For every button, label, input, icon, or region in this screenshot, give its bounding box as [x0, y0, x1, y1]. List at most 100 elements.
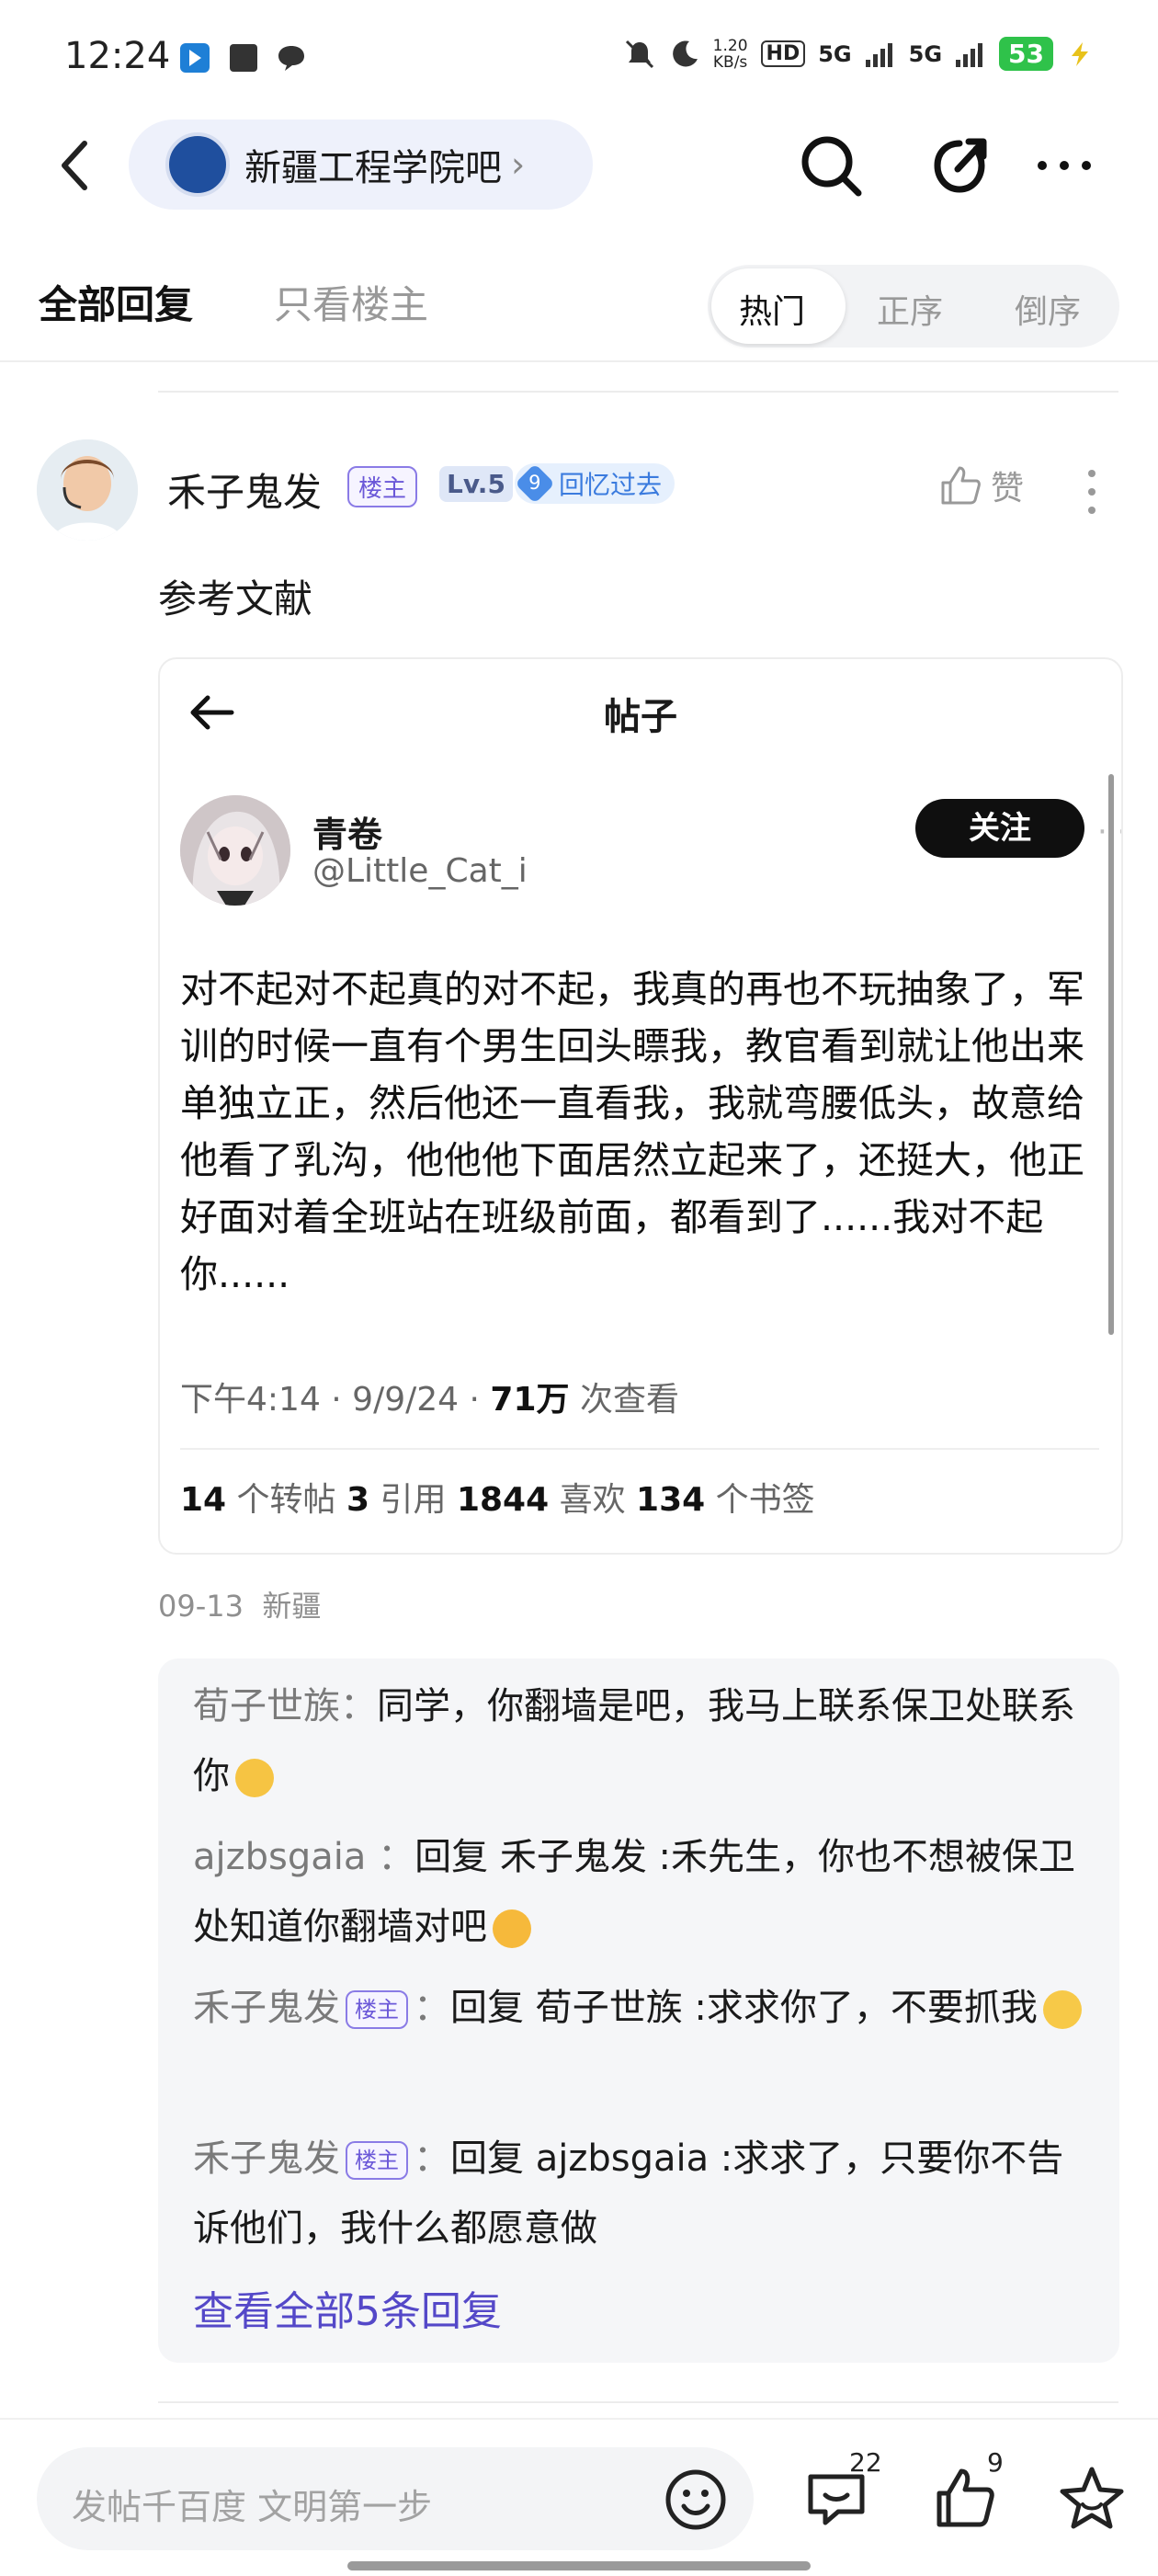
- status-right: 1.20 KB/s HD 5G 5G 53: [623, 37, 1094, 71]
- forum-logo: [165, 132, 230, 197]
- card-stats: 14 个转帖 3 引用 1844 喜欢 134 个书签: [180, 1473, 815, 1521]
- username[interactable]: 禾子鬼发: [167, 462, 322, 518]
- card-bookmarks-label: 个书签: [705, 1481, 815, 1519]
- memory-count: 9: [528, 472, 541, 495]
- tab-all-replies[interactable]: 全部回复: [39, 274, 193, 330]
- avatar[interactable]: [37, 439, 138, 541]
- card-body-text: 对不起对不起真的对不起，我真的再也不玩抽象了，军训的时候一直有个男生回头瞟我，教…: [180, 967, 1084, 1296]
- charging-bolt-icon: [1072, 41, 1088, 66]
- do-not-disturb-moon-icon: [672, 40, 698, 66]
- card-meta-views-label: 次查看: [569, 1381, 679, 1419]
- app-notification-icon: [180, 43, 210, 73]
- sort-descending[interactable]: 倒序: [1015, 285, 1081, 333]
- reply-author[interactable]: 禾子鬼发: [193, 1987, 340, 2029]
- card-meta-time: 下午4:14 · 9/9/24 ·: [180, 1381, 491, 1419]
- chevron-right-icon: ›: [511, 144, 526, 185]
- net-speed-value: 1.20: [712, 36, 748, 55]
- reply-separator: ：: [414, 1987, 450, 2029]
- post-location: 新疆: [262, 1589, 322, 1624]
- reply-input-placeholder: 发帖千百度 文明第一步: [72, 2487, 433, 2527]
- embedded-screenshot[interactable]: 帖子 青卷 @Little_Cat_i 关注 ··· 对不起对不起真的对不起，我…: [158, 657, 1123, 1555]
- reply-author[interactable]: ajzbsgaia: [193, 1836, 366, 1878]
- sort-hot[interactable]: 热门: [739, 285, 805, 333]
- signal-bars-icon: [865, 42, 892, 67]
- card-scrollbar: [1108, 774, 1114, 1335]
- card-quotes: 3: [346, 1481, 370, 1519]
- reply-separator: ：: [340, 1685, 377, 1727]
- reply-item[interactable]: 禾子鬼发 楼主 ：回复 ajzbsgaia :求求了，只要你不告诉他们，我什么都愿意…: [193, 2124, 1094, 2263]
- view-all-replies-link[interactable]: 查看全部5条回复: [193, 2278, 502, 2337]
- mute-bell-icon: [625, 40, 653, 68]
- card-meta-views: 71万: [490, 1381, 570, 1419]
- battery-level: 53: [999, 37, 1053, 71]
- post-more-icon[interactable]: [1083, 464, 1101, 519]
- comment-count: 22: [849, 2447, 882, 2478]
- thumbs-up-icon: [941, 466, 981, 505]
- follow-button: 关注: [915, 799, 1084, 858]
- reply-separator: ：: [366, 1836, 415, 1878]
- sort-ascending[interactable]: 正序: [877, 285, 943, 333]
- forum-name: 新疆工程学院吧: [244, 147, 502, 189]
- card-author-avatar: [180, 795, 290, 906]
- post-date: 09-13: [158, 1589, 244, 1624]
- memory-gem-icon: 9: [515, 463, 555, 504]
- reply-author[interactable]: 禾子鬼发: [193, 2137, 340, 2180]
- status-time: 12:24: [64, 35, 171, 77]
- sort-segmented-control: 热门 正序 倒序: [708, 265, 1119, 348]
- emoji-picker-icon[interactable]: [664, 2468, 728, 2532]
- sim1-indicator: 5G: [818, 40, 852, 67]
- reply-input[interactable]: 发帖千百度 文明第一步: [37, 2447, 754, 2550]
- net-speed-unit: KB/s: [712, 52, 748, 72]
- card-separator: [180, 1448, 1099, 1450]
- more-options-icon[interactable]: [1027, 129, 1101, 202]
- smile-emoji-icon: [235, 1759, 274, 1797]
- card-reposts: 14: [180, 1481, 227, 1519]
- anime-avatar-image: [180, 795, 290, 906]
- avatar-image: [37, 439, 138, 541]
- card-author-name: 青卷: [312, 815, 383, 855]
- signal-bars-icon: [956, 42, 983, 67]
- reply-text: 回复 荀子世族 :求求你了，不要抓我: [450, 1987, 1038, 2029]
- reply-item[interactable]: 荀子世族：同学，你翻墙是吧，我马上联系保卫处联系你: [193, 1671, 1094, 1811]
- search-icon[interactable]: [794, 129, 868, 202]
- memory-badge[interactable]: 9 回忆过去: [515, 463, 676, 504]
- hd-indicator: HD: [760, 40, 806, 67]
- reply-separator: ：: [414, 2137, 450, 2180]
- tabs-divider: [0, 360, 1158, 362]
- tab-owner-only[interactable]: 只看楼主: [274, 274, 428, 330]
- level-badge: Lv.5: [439, 466, 513, 502]
- card-reposts-label: 个转帖: [226, 1481, 346, 1519]
- card-bookmarks: 134: [636, 1481, 706, 1519]
- card-likes: 1844: [456, 1481, 550, 1519]
- card-quotes-label: 引用: [369, 1481, 457, 1519]
- square-notification-icon: [230, 44, 257, 72]
- reply-preview-box[interactable]: 荀子世族：同学，你翻墙是吧，我马上联系保卫处联系你 ajzbsgaia ：回复 …: [158, 1658, 1119, 2363]
- crying-emoji-icon: [1042, 1990, 1082, 2029]
- owner-badge: 楼主: [347, 466, 418, 507]
- owner-badge: 楼主: [346, 2141, 408, 2180]
- star-favorite-icon[interactable]: [1057, 2464, 1127, 2534]
- card-meta: 下午4:14 · 9/9/24 · 71万 次查看: [180, 1373, 679, 1420]
- card-title: 帖子: [604, 696, 677, 738]
- home-indicator[interactable]: [347, 2561, 811, 2570]
- tongue-emoji-icon: [493, 1909, 531, 1948]
- card-likes-label: 喜欢: [549, 1481, 637, 1519]
- message-notification-icon: [278, 46, 304, 71]
- like-button[interactable]: 赞: [937, 462, 1024, 509]
- back-icon[interactable]: [48, 129, 103, 202]
- like-count: 9: [987, 2447, 1004, 2478]
- forum-entry[interactable]: 新疆工程学院吧 ›: [129, 120, 593, 210]
- sim2-indicator: 5G: [908, 40, 943, 67]
- owner-badge: 楼主: [346, 1990, 408, 2029]
- like-label: 赞: [991, 470, 1025, 507]
- reply-item[interactable]: ajzbsgaia ：回复 禾子鬼发 :禾先生，你也不想被保卫处知道你翻墙对吧: [193, 1822, 1094, 1962]
- post-top-divider: [158, 391, 1118, 393]
- share-edit-icon[interactable]: [925, 129, 998, 202]
- bottom-bar: 发帖千百度 文明第一步 22 9: [0, 2418, 1158, 2576]
- memory-label: 回忆过去: [559, 470, 663, 500]
- net-speed: 1.20 KB/s: [713, 38, 748, 71]
- reply-author[interactable]: 荀子世族: [193, 1685, 340, 1727]
- reply-item[interactable]: 禾子鬼发 楼主 ：回复 荀子世族 :求求你了，不要抓我: [193, 1973, 1094, 2043]
- card-author-handle: @Little_Cat_i: [312, 852, 528, 890]
- post-bottom-divider: [158, 2401, 1118, 2403]
